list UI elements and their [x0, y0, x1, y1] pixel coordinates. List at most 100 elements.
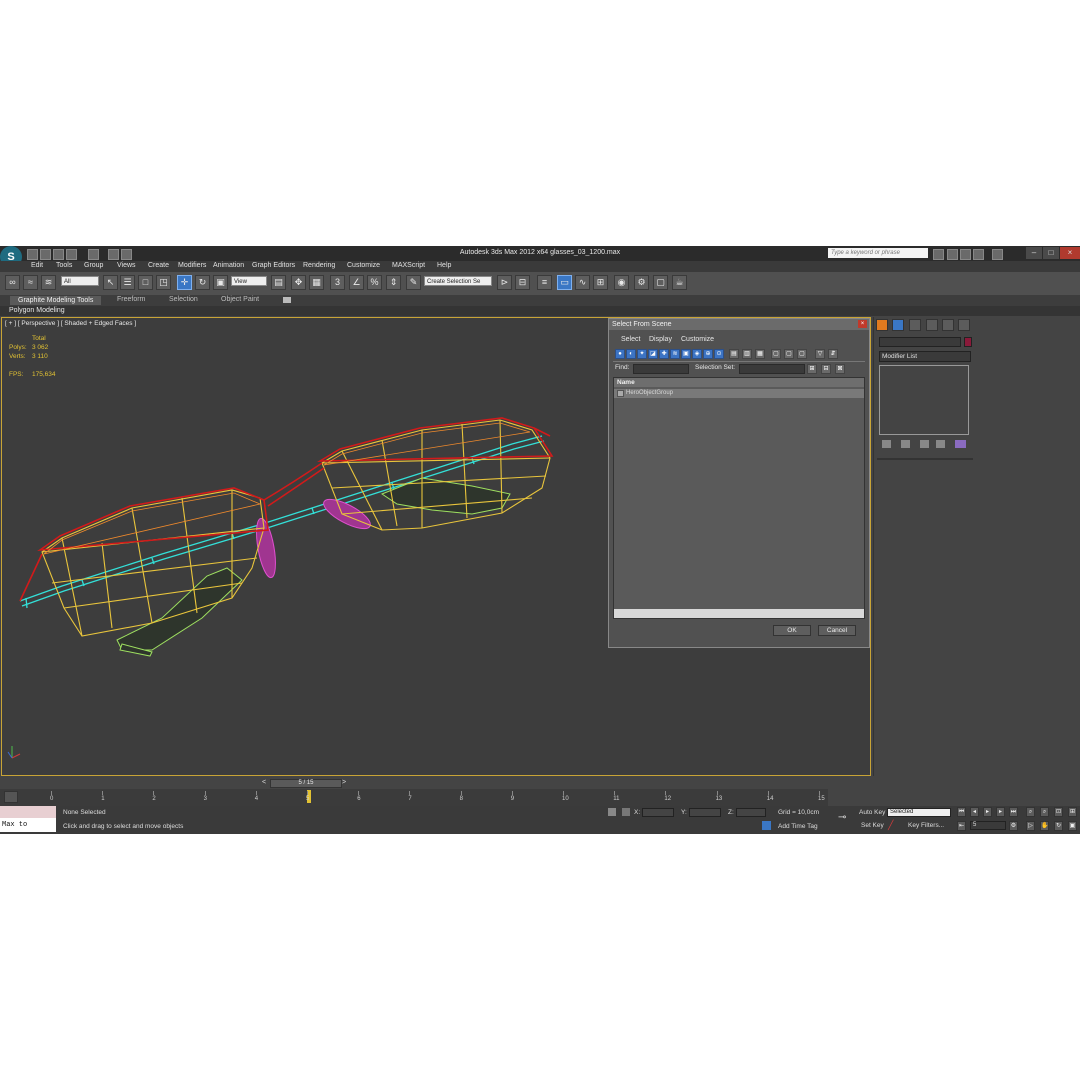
cancel-button[interactable]: Cancel [818, 625, 856, 636]
mini-curve-editor-icon[interactable] [4, 791, 18, 803]
remove-modifier-icon[interactable] [936, 440, 945, 448]
time-configuration-icon[interactable]: ⚙ [1009, 821, 1018, 831]
select-and-move-icon[interactable]: ✛ [177, 275, 192, 290]
display-containers-icon[interactable]: ⊙ [714, 349, 724, 359]
configure-modifier-sets-icon[interactable] [955, 440, 966, 448]
layer-manager-icon[interactable]: ≡ [537, 275, 552, 290]
help-search-input[interactable]: Type a keyword or phrase [828, 248, 928, 258]
tab-freeform[interactable]: Freeform [117, 296, 145, 303]
menu-maxscript[interactable]: MAXScript [392, 262, 425, 269]
maxscript-mini-listener[interactable]: Max to Physc. [0, 818, 56, 832]
select-none-icon[interactable]: ▢ [784, 349, 794, 359]
select-and-scale-icon[interactable]: ▣ [213, 275, 228, 290]
display-geometry-icon[interactable]: ● [615, 349, 625, 359]
menu-customize[interactable]: Customize [347, 262, 380, 269]
hierarchy-icon[interactable]: ⊠ [835, 364, 845, 374]
utilities-tab-icon[interactable] [958, 319, 970, 331]
percent-snap-icon[interactable]: % [367, 275, 382, 290]
object-name-field[interactable] [879, 337, 961, 347]
go-to-end-icon[interactable]: ⏭ [1009, 807, 1018, 817]
tab-object-paint[interactable]: Object Paint [221, 296, 259, 303]
select-and-link-icon[interactable]: ∞ [5, 275, 20, 290]
play-icon[interactable]: ▸ [983, 807, 992, 817]
zoom-extents-all-icon[interactable]: ⊞ [1068, 807, 1077, 817]
menu-rendering[interactable]: Rendering [303, 262, 335, 269]
help-icon[interactable] [992, 249, 1003, 260]
angle-snap-icon[interactable]: ∠ [349, 275, 364, 290]
align-icon[interactable]: ⊟ [515, 275, 530, 290]
favorites-star-icon[interactable] [973, 249, 984, 260]
dialog-menu-select[interactable]: Select [621, 336, 640, 343]
column-header-name[interactable]: Name [614, 378, 864, 387]
menu-tools[interactable]: Tools [56, 262, 72, 269]
select-invert-icon[interactable]: ▢ [797, 349, 807, 359]
menu-help[interactable]: Help [437, 262, 451, 269]
dialog-menu-customize[interactable]: Customize [681, 336, 714, 343]
sync-selection-icon[interactable]: ⇵ [828, 349, 838, 359]
current-frame-field[interactable]: 5 [970, 821, 1006, 830]
collapse-all-icon[interactable]: ⊟ [821, 364, 831, 374]
snaps-toggle-icon[interactable]: 3 [330, 275, 345, 290]
spinner-snap-icon[interactable]: ⇕ [386, 275, 401, 290]
object-color-swatch[interactable] [964, 337, 972, 347]
key-filters-button[interactable]: Key Filters... [908, 822, 944, 829]
display-tab-icon[interactable] [942, 319, 954, 331]
render-setup-icon[interactable]: ⚙ [634, 275, 649, 290]
maxscript-listener-pink[interactable] [0, 806, 56, 818]
close-button[interactable]: × [1060, 247, 1080, 259]
reference-coordinate-dropdown[interactable]: View [231, 276, 267, 286]
modify-tab-icon[interactable] [892, 319, 904, 331]
select-all-icon[interactable]: ▢ [771, 349, 781, 359]
modifier-list-dropdown[interactable]: Modifier List [879, 351, 971, 362]
y-coordinate-field[interactable] [689, 808, 721, 817]
x-coordinate-field[interactable] [642, 808, 674, 817]
pin-stack-icon[interactable] [882, 440, 891, 448]
modifier-stack[interactable] [879, 365, 969, 435]
display-helpers-icon[interactable]: ✚ [659, 349, 669, 359]
motion-tab-icon[interactable] [926, 319, 938, 331]
set-key-icon[interactable]: ⊸ [838, 812, 852, 823]
maximize-button[interactable]: □ [1043, 247, 1059, 259]
hierarchy-tab-icon[interactable] [909, 319, 921, 331]
keyboard-shortcut-icon[interactable]: ▦ [309, 275, 324, 290]
selection-set-dropdown[interactable] [739, 364, 805, 374]
absolute-relative-icon[interactable] [622, 808, 630, 816]
display-bones-icon[interactable]: ⊕ [703, 349, 713, 359]
graphite-modeling-toggle-icon[interactable]: ▭ [557, 275, 572, 290]
zoom-all-icon[interactable]: ⌕ [1040, 807, 1049, 817]
rendered-frame-window-icon[interactable]: ▢ [653, 275, 668, 290]
dialog-menu-display[interactable]: Display [649, 336, 672, 343]
display-xrefs-icon[interactable]: ◈ [692, 349, 702, 359]
object-list[interactable]: Name HeroObjectGroup [613, 377, 865, 619]
selection-filter-dropdown[interactable]: All [61, 276, 99, 286]
menu-animation[interactable]: Animation [213, 262, 244, 269]
time-tag-icon[interactable] [762, 821, 771, 830]
manipulate-icon[interactable]: ✥ [291, 275, 306, 290]
edit-named-selection-icon[interactable]: ✎ [406, 275, 421, 290]
menu-group[interactable]: Group [84, 262, 103, 269]
ok-button[interactable]: OK [773, 625, 811, 636]
add-time-tag[interactable]: Add Time Tag [778, 823, 818, 830]
dialog-close-button[interactable]: × [858, 320, 867, 328]
rectangular-selection-icon[interactable]: □ [138, 275, 153, 290]
display-all-icon[interactable]: ▤ [729, 349, 739, 359]
go-to-start-icon[interactable]: ⏮ [957, 807, 966, 817]
menu-create[interactable]: Create [148, 262, 169, 269]
maximize-viewport-icon[interactable]: ▣ [1068, 821, 1077, 831]
named-selection-dropdown[interactable]: Create Selection Se [424, 276, 492, 286]
display-none-icon[interactable]: ▥ [742, 349, 752, 359]
make-unique-icon[interactable] [920, 440, 929, 448]
create-tab-icon[interactable] [876, 319, 888, 331]
display-shapes-icon[interactable]: ◐ [626, 349, 636, 359]
field-of-view-icon[interactable]: ▷ [1026, 821, 1035, 831]
time-slider[interactable]: 5 / 15 [270, 779, 342, 788]
show-end-result-icon[interactable] [901, 440, 910, 448]
schematic-view-icon[interactable]: ⊞ [593, 275, 608, 290]
zoom-icon[interactable]: ⌕ [1026, 807, 1035, 817]
pan-view-icon[interactable]: ✋ [1040, 821, 1049, 831]
auto-key-button[interactable]: Auto Key [859, 809, 885, 816]
select-and-rotate-icon[interactable]: ↻ [195, 275, 210, 290]
select-from-scene-dialog[interactable]: Select From Scene × Select Display Custo… [608, 318, 870, 648]
display-space-warps-icon[interactable]: ≋ [670, 349, 680, 359]
communication-center-icon[interactable] [960, 249, 971, 260]
